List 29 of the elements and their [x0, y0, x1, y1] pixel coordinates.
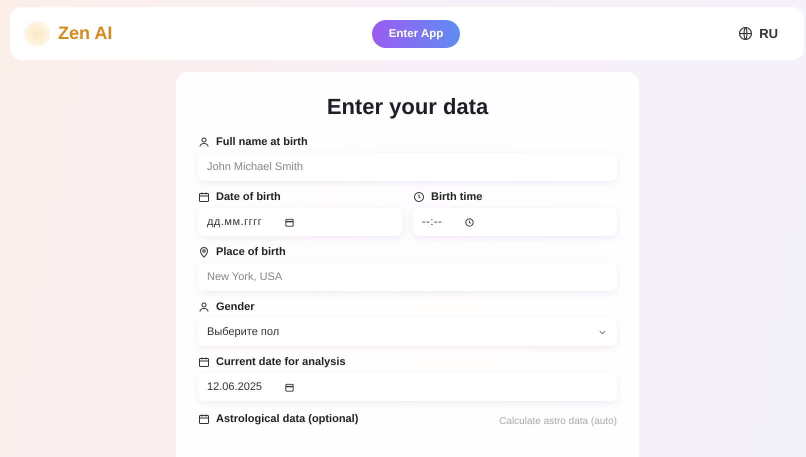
logo-icon: [24, 20, 50, 46]
logo-text: Zen AI: [58, 23, 112, 44]
language-button[interactable]: RU: [618, 26, 778, 41]
input-field[interactable]: New York, USA: [198, 263, 617, 291]
time-field[interactable]: --:--: [413, 208, 617, 236]
form-title: Enter your data: [326, 94, 490, 120]
calendar-icon[interactable]: [284, 382, 296, 392]
input-field[interactable]: John Michael Smith: [198, 153, 617, 181]
calendar-icon: [198, 356, 210, 368]
date-field[interactable]: 12.06.2025: [198, 373, 617, 401]
calendar-icon[interactable]: [284, 216, 296, 228]
field-label: Full name at birth: [216, 136, 308, 148]
field-label: Date of birth: [216, 191, 281, 203]
calendar-icon: [198, 191, 210, 203]
enter-app-button[interactable]: Enter App: [372, 20, 460, 48]
calendar-icon: [198, 413, 210, 425]
person-icon: [198, 136, 210, 148]
date-field[interactable]: дд.мм.гггг: [198, 208, 402, 236]
globe-icon: [738, 26, 754, 41]
field-label: Gender: [216, 301, 255, 313]
location-pin-icon: [198, 246, 210, 258]
section-label: Astrological data (optional): [216, 413, 358, 425]
clock-icon: [413, 191, 425, 203]
clock-icon[interactable]: [464, 216, 476, 228]
field-label: Place of birth: [216, 246, 286, 258]
field-label: Birth time: [431, 191, 482, 203]
person-icon: [198, 301, 210, 313]
gender-dropdown[interactable]: Выберите пол: [198, 318, 617, 346]
field-label: Current date for analysis: [216, 356, 346, 368]
